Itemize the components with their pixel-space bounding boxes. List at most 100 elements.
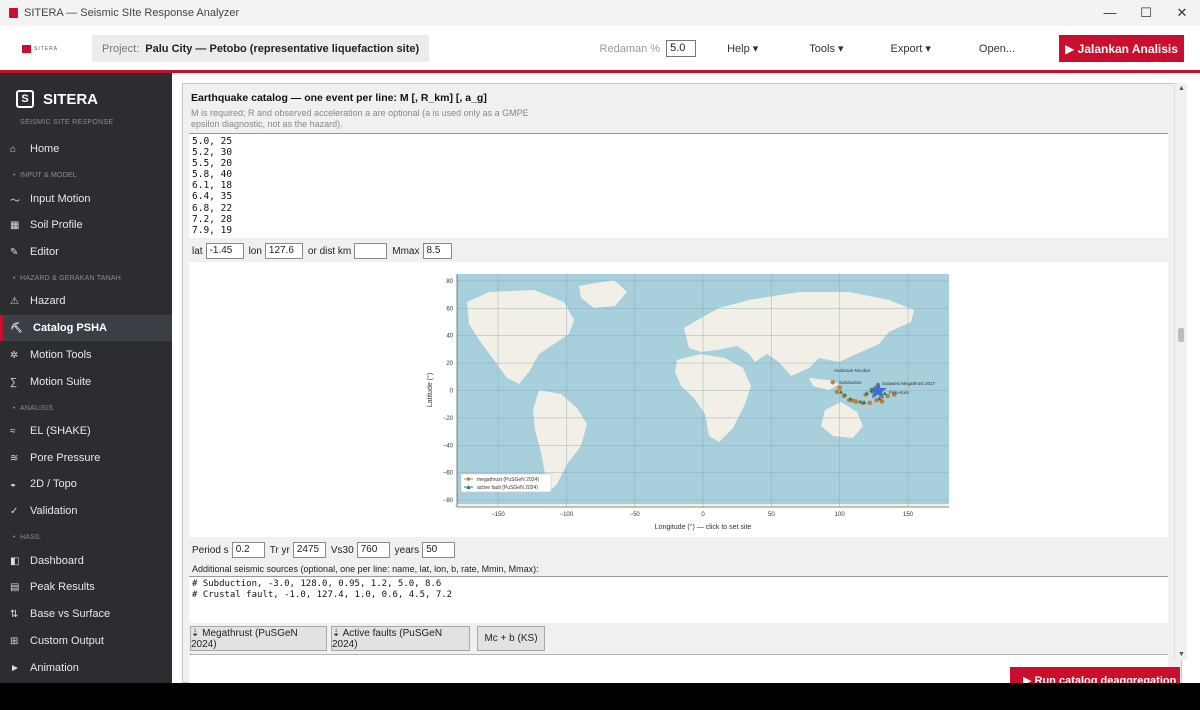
- nav-label: Soil Profile: [30, 219, 83, 231]
- map-x-ticks: −150 −100 −50 0 50 100 150: [491, 512, 913, 518]
- map-y-tick-label: −20: [443, 416, 454, 422]
- map-x-tick-label: −50: [630, 512, 641, 518]
- vs30-label: Vs30: [330, 544, 354, 556]
- nav-2d-topo[interactable]: ◒ 2D / Topo: [0, 471, 172, 497]
- water-icon: ≋: [10, 452, 19, 464]
- nav-editor[interactable]: ✎ Editor: [0, 239, 172, 265]
- nav-motion-tools[interactable]: ✲ Motion Tools: [0, 342, 172, 368]
- sidebar: S SITERA SEISMIC SITE RESPONSE ⌂ Home • I…: [0, 73, 172, 683]
- logo: SITERA: [22, 44, 82, 53]
- map-y-tick-label: −40: [443, 443, 454, 449]
- map-y-tick-label: 0: [450, 389, 454, 395]
- minimize-button[interactable]: —: [1092, 5, 1128, 21]
- brand-subtitle: SEISMIC SITE RESPONSE: [20, 119, 114, 126]
- nav-animation[interactable]: ► Animation: [0, 655, 172, 681]
- maximize-button[interactable]: ☐: [1128, 5, 1164, 21]
- nav-hazard[interactable]: ⚠ Hazard: [0, 288, 172, 314]
- tr-input[interactable]: 2475: [292, 542, 326, 558]
- vertical-scrollbar[interactable]: ▲ ▼: [1174, 83, 1187, 660]
- run-analysis-button[interactable]: ▶ Jalankan Analisis: [1059, 35, 1184, 62]
- nav-base-vs-surface[interactable]: ⇅ Base vs Surface: [0, 601, 172, 627]
- nav-input-motion[interactable]: 〜 Input Motion: [0, 186, 172, 212]
- nav-label: Motion Tools: [30, 349, 92, 361]
- nav-label: 2D / Topo: [30, 478, 77, 490]
- brand: S SITERA: [16, 90, 98, 108]
- project-name: Palu City — Petobo (representative lique…: [145, 42, 420, 55]
- nav-label: Pore Pressure: [30, 452, 101, 464]
- site-location-row: lat -1.45 lon 127.6 or dist km Mmax 8.5: [192, 243, 457, 259]
- map-annotation: Sulawesi Megathrust 2017: [882, 381, 936, 386]
- menu-tools[interactable]: Tools ▾: [809, 42, 843, 55]
- nav-label: Editor: [30, 246, 59, 258]
- section-hasil: • HASIL: [13, 534, 42, 541]
- nav-label: Base vs Surface: [30, 608, 111, 620]
- nav-validation[interactable]: ✓ Validation: [0, 498, 172, 524]
- map-legend: megathrust (PuSGeN 2024) active fault (P…: [460, 473, 552, 493]
- map-annotation: Palu-Koro: [889, 390, 910, 395]
- period-input[interactable]: 0.2: [231, 542, 265, 558]
- menu-help[interactable]: Help ▾: [727, 42, 758, 55]
- nav-label: Catalog PSHA: [33, 322, 107, 334]
- nav-label: Input Motion: [30, 193, 91, 205]
- lat-label: lat: [192, 245, 203, 257]
- nav-motion-suite[interactable]: ∑ Motion Suite: [0, 369, 172, 395]
- catalog-heading: Earthquake catalog — one event per line:…: [191, 92, 487, 104]
- nav-label: Home: [30, 143, 60, 155]
- menu-open[interactable]: Open...: [979, 43, 1015, 55]
- mc-b-button[interactable]: Mc + b (KS): [477, 626, 545, 651]
- dashboard-icon: ◧: [10, 555, 20, 567]
- window-title: SITERA — Seismic SIte Response Analyzer: [24, 7, 240, 19]
- damping-control: Redaman % 5.0: [600, 40, 697, 57]
- nav-catalog-psha[interactable]: ⛏ Catalog PSHA: [0, 315, 172, 341]
- catalog-hint: M is required; R and observed accelerati…: [191, 108, 529, 129]
- catalog-textarea[interactable]: 5.0, 25 5.2, 30 5.5, 20 5.8, 40 6.1, 18 …: [189, 133, 1168, 238]
- legend-active-fault: active fault (PuSGeN 2024): [477, 485, 538, 491]
- scroll-up-icon[interactable]: ▲: [1178, 85, 1185, 92]
- nav-home[interactable]: ⌂ Home: [0, 136, 172, 162]
- scroll-thumb[interactable]: [1178, 328, 1184, 342]
- dist-input[interactable]: [354, 243, 388, 259]
- run-catalog-deaggregation-button[interactable]: ▶ Run catalog deaggregation: [1010, 667, 1180, 683]
- nav-pore-pressure[interactable]: ≋ Pore Pressure: [0, 445, 172, 471]
- brand-icon: S: [16, 90, 34, 108]
- map-plot[interactable]: −150 −100 −50 0 50 100 150 80 60 40 20 0 −20 −40 −60 −…: [189, 262, 1168, 537]
- map-y-ticks: 80 60 40 20 0 −20 −40 −60 −80: [443, 279, 454, 504]
- grid-icon: ⊞: [10, 635, 19, 647]
- nav-custom-output[interactable]: ⊞ Custom Output: [0, 628, 172, 654]
- approx-icon: ≈: [10, 425, 16, 437]
- period-label: Period s: [192, 544, 229, 556]
- map-y-tick-label: −60: [443, 471, 454, 477]
- brand-name: SITERA: [43, 90, 99, 108]
- lon-label: lon: [248, 245, 262, 257]
- map-x-tick-label: 150: [903, 512, 914, 518]
- table-icon: ▤: [10, 581, 20, 593]
- legend-megathrust: megathrust (PuSGeN 2024): [477, 477, 539, 483]
- lon-input[interactable]: 127.6: [264, 243, 303, 259]
- map-annotation: Subduction: [839, 380, 862, 385]
- mmax-input[interactable]: 8.5: [422, 243, 452, 259]
- years-input[interactable]: 50: [422, 542, 456, 558]
- vs30-input[interactable]: 760: [356, 542, 390, 558]
- load-faults-button[interactable]: ⇣ Active faults (PuSGeN 2024): [331, 626, 470, 651]
- map-y-tick-label: 40: [446, 334, 453, 340]
- close-button[interactable]: ✕: [1164, 5, 1200, 21]
- catalog-psha-panel: Earthquake catalog — one event per line:…: [182, 83, 1182, 683]
- nav-soil-profile[interactable]: ▦ Soil Profile: [0, 212, 172, 238]
- nav-peak-results[interactable]: ▤ Peak Results: [0, 574, 172, 600]
- nav-label: Animation: [30, 662, 79, 674]
- sources-textarea[interactable]: # Subduction, -3.0, 128.0, 0.95, 1.2, 5.…: [189, 576, 1168, 623]
- home-icon: ⌂: [10, 143, 17, 155]
- map-x-tick-label: 0: [701, 512, 705, 518]
- nav-label: Dashboard: [30, 555, 84, 567]
- site-map[interactable]: −150 −100 −50 0 50 100 150 80 60 40 20 0 −20 −40 −60 −…: [189, 262, 1168, 537]
- load-megathrust-button[interactable]: ⇣ Megathrust (PuSGeN 2024): [190, 626, 327, 651]
- scroll-down-icon[interactable]: ▼: [1178, 651, 1185, 658]
- lat-input[interactable]: -1.45: [205, 243, 244, 259]
- nav-dashboard[interactable]: ◧ Dashboard: [0, 548, 172, 574]
- damping-input[interactable]: 5.0: [666, 40, 697, 57]
- map-x-tick-label: 50: [768, 512, 775, 518]
- nav-el-shake[interactable]: ≈ EL (SHAKE): [0, 418, 172, 444]
- project-selector[interactable]: Project: Palu City — Petobo (representat…: [92, 35, 430, 62]
- menu-export[interactable]: Export ▾: [891, 42, 931, 55]
- terrain-icon: ◒: [10, 478, 17, 490]
